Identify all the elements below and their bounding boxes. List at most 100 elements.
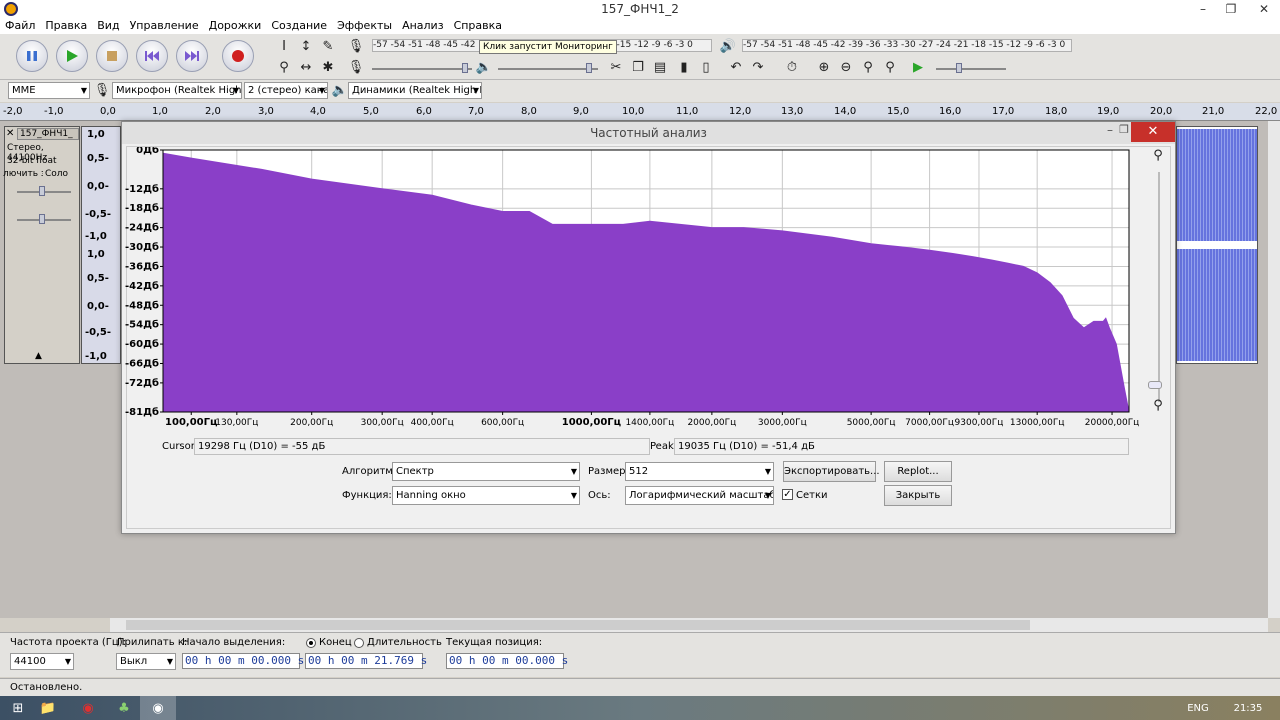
spectrum-plot[interactable]: 0Дб -12Дб -18Дб -24Дб -30Дб -36Дб -42Дб -48Дб -5… xyxy=(122,147,1177,447)
input-volume-thumb[interactable] xyxy=(462,63,468,73)
chevron-down-icon: ▼ xyxy=(232,86,239,95)
audio-position-time[interactable]: 00 h 00 m 00.000 s xyxy=(446,653,568,669)
output-volume-thumb[interactable] xyxy=(586,63,592,73)
solo-button[interactable]: Соло xyxy=(45,169,77,181)
zoom-out-icon[interactable]: ⚲ xyxy=(1148,396,1168,416)
play-meter-speaker-icon[interactable]: 🔊 xyxy=(718,37,738,57)
dialog-close-button[interactable]: ✕ xyxy=(1131,122,1175,142)
plot-zoom-slider[interactable] xyxy=(1158,172,1160,402)
input-device-select[interactable]: Микрофон (Realtek High D ▼ xyxy=(112,82,242,99)
input-language[interactable]: ENG xyxy=(1176,696,1220,720)
ruler-tick: 5,0 xyxy=(363,106,379,117)
menu-edit[interactable]: Правка xyxy=(40,18,92,34)
silence-icon[interactable]: ▯ xyxy=(696,58,716,78)
track-close-icon[interactable]: ✕ xyxy=(6,128,14,139)
close-window-button[interactable]: ✕ xyxy=(1248,0,1280,18)
mute-button[interactable]: лючить зв xyxy=(3,169,43,181)
menu-view[interactable]: Вид xyxy=(92,18,124,34)
zoom-in-icon[interactable]: ⊕ xyxy=(814,58,834,78)
play-button[interactable] xyxy=(56,40,88,72)
audacity-taskbar-icon[interactable]: ◉ xyxy=(140,696,176,720)
length-radio-label: Длительность xyxy=(367,637,442,648)
copy-icon[interactable]: ❐ xyxy=(628,58,648,78)
record-button[interactable] xyxy=(222,40,254,72)
collapse-track-icon[interactable]: ▲ xyxy=(35,351,42,361)
play-meter[interactable]: -57 -54 -51 -48 -45 -42 -39 -36 -33 -30 … xyxy=(742,39,1072,52)
redo-icon[interactable]: ↷ xyxy=(748,58,768,78)
vertical-scrollbar[interactable] xyxy=(1268,121,1280,618)
dialog-minimize-button[interactable]: – xyxy=(1107,123,1113,137)
selection-start-time[interactable]: 00 h 00 m 00.000 s xyxy=(182,653,304,669)
ruler-tick: 16,0 xyxy=(939,106,962,117)
play-speed-thumb[interactable] xyxy=(956,63,962,73)
size-select[interactable]: 512 ▼ xyxy=(625,462,774,481)
undo-icon[interactable]: ↶ xyxy=(726,58,746,78)
multi-tool-icon[interactable]: ✱ xyxy=(318,58,338,78)
ruler-tick: -2,0 xyxy=(3,106,23,117)
yandex-browser-icon[interactable]: ◉ xyxy=(70,696,106,720)
app-taskbar-icon[interactable]: ♣ xyxy=(106,696,142,720)
draw-tool-icon[interactable]: ✎ xyxy=(318,37,338,57)
sync-lock-icon[interactable]: ⏱ xyxy=(782,58,802,78)
end-radio[interactable] xyxy=(306,638,316,648)
cut-icon[interactable]: ✂ xyxy=(606,58,626,78)
algorithm-select[interactable]: Спектр ▼ xyxy=(392,462,580,481)
plot-zoom-thumb[interactable] xyxy=(1148,381,1162,389)
timeshift-tool-icon[interactable]: ↔ xyxy=(296,58,316,78)
envelope-tool-icon[interactable]: ↕ xyxy=(296,37,316,57)
stop-button[interactable] xyxy=(96,40,128,72)
chevron-down-icon: ▼ xyxy=(472,86,479,95)
paste-icon[interactable]: ▤ xyxy=(650,58,670,78)
trim-icon[interactable]: ▮ xyxy=(674,58,694,78)
export-button[interactable]: Экспортировать... xyxy=(783,461,880,482)
skip-start-button[interactable] xyxy=(136,40,168,72)
snap-select[interactable]: Выкл ▼ xyxy=(116,653,176,670)
timeline-ruler[interactable]: -2,0 -1,0 0,0 1,0 2,0 3,0 4,0 5,0 6,0 7,… xyxy=(0,103,1280,121)
replot-button[interactable]: Replot... xyxy=(884,461,952,482)
window-function-value: Hanning окно xyxy=(396,490,466,501)
menu-effects[interactable]: Эффекты xyxy=(332,18,397,34)
file-explorer-icon[interactable]: 📁 xyxy=(30,696,66,720)
menu-help[interactable]: Справка xyxy=(449,18,507,34)
fit-selection-icon[interactable]: ⚲ xyxy=(858,58,878,78)
dialog-maximize-button[interactable]: ❐ xyxy=(1119,123,1129,136)
zoom-in-icon[interactable]: ⚲ xyxy=(1148,146,1168,166)
selection-tool-icon[interactable]: I xyxy=(274,37,294,57)
grid-checkbox[interactable]: ✓ xyxy=(782,489,793,500)
menu-generate[interactable]: Создание xyxy=(266,18,332,34)
play-at-speed-icon[interactable]: ▶ xyxy=(908,58,928,78)
fit-project-icon[interactable]: ⚲ xyxy=(880,58,900,78)
menu-tracks[interactable]: Дорожки xyxy=(204,18,267,34)
axis-select[interactable]: Логарифмический масштаб ▼ xyxy=(625,486,774,505)
close-dialog-button[interactable]: Закрыть xyxy=(884,485,952,506)
audio-host-select[interactable]: MME ▼ xyxy=(8,82,90,99)
maximize-button[interactable]: ❐ xyxy=(1218,0,1244,18)
menu-transport[interactable]: Управление xyxy=(125,18,204,34)
pan-thumb[interactable] xyxy=(39,214,45,224)
zoom-out-icon[interactable]: ⊖ xyxy=(836,58,856,78)
gain-thumb[interactable] xyxy=(39,186,45,196)
waveform[interactable] xyxy=(1176,126,1258,364)
input-channels-select[interactable]: 2 (стерео) кана ▼ xyxy=(244,82,328,99)
selection-end-time[interactable]: 00 h 00 m 21.769 s xyxy=(305,653,427,669)
output-volume-slider[interactable] xyxy=(498,68,598,70)
play-speed-slider[interactable] xyxy=(936,68,1006,70)
minimize-button[interactable]: – xyxy=(1190,0,1216,18)
output-device-select[interactable]: Динамики (Realtek High D ▼ xyxy=(348,82,482,99)
skip-end-button[interactable] xyxy=(176,40,208,72)
project-rate-select[interactable]: 44100 ▼ xyxy=(10,653,74,670)
track-name-menu[interactable]: 157_ФНЧ1_ xyxy=(17,128,79,140)
pause-button[interactable] xyxy=(16,40,48,72)
clock[interactable]: 21:35 xyxy=(1226,696,1270,720)
selection-toolbar: Частота проекта (Гц): 44100 ▼ Прилипать к… xyxy=(0,632,1280,677)
input-volume-slider[interactable] xyxy=(372,68,472,70)
length-radio[interactable] xyxy=(354,638,364,648)
horizontal-scrollbar[interactable] xyxy=(110,618,1268,632)
zoom-tool-icon[interactable]: ⚲ xyxy=(274,58,294,78)
window-function-select[interactable]: Hanning окно ▼ xyxy=(392,486,580,505)
x-axis-tick-label: 400,00Гц xyxy=(411,418,454,428)
menu-analyze[interactable]: Анализ xyxy=(397,18,449,34)
menu-file[interactable]: Файл xyxy=(0,18,40,34)
horizontal-scrollbar-thumb[interactable] xyxy=(126,620,1030,630)
record-meter-mic-icon[interactable]: 🎙 xyxy=(346,37,366,57)
